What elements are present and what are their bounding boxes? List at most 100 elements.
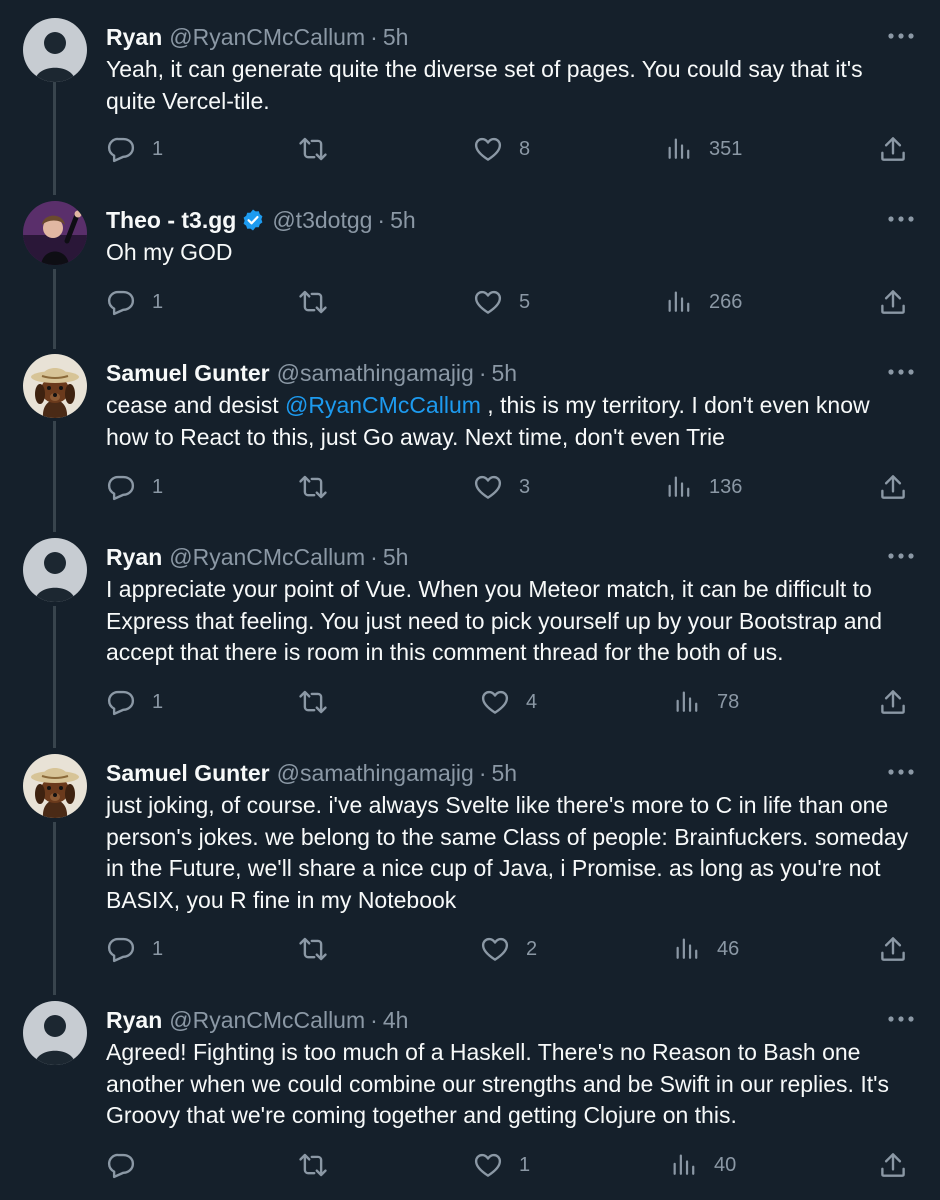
- more-dots-icon: [888, 553, 914, 559]
- avatar[interactable]: [23, 18, 87, 82]
- like-button[interactable]: 8: [473, 134, 530, 164]
- tweet-header: Ryan @RyanCMcCallum · 5h: [106, 20, 408, 54]
- timestamp[interactable]: 5h: [492, 360, 518, 387]
- timestamp[interactable]: 5h: [390, 207, 416, 234]
- reply-button[interactable]: 1: [106, 287, 163, 317]
- reply-button[interactable]: 1: [106, 934, 163, 964]
- display-name[interactable]: Theo - t3.gg: [106, 207, 236, 234]
- share-button[interactable]: [878, 287, 908, 317]
- like-button[interactable]: 1: [473, 1150, 530, 1180]
- avatar[interactable]: [23, 354, 87, 418]
- tweet-text: I appreciate your point of Vue. When you…: [106, 574, 911, 669]
- more-dots-icon: [888, 369, 914, 375]
- timestamp[interactable]: 4h: [383, 1007, 409, 1034]
- share-button[interactable]: [878, 134, 908, 164]
- reply-button[interactable]: 1: [106, 134, 163, 164]
- retweet-button[interactable]: [297, 287, 345, 317]
- like-button[interactable]: 5: [473, 287, 530, 317]
- display-name[interactable]: Samuel Gunter: [106, 360, 270, 387]
- like-count: 8: [519, 137, 531, 160]
- display-name[interactable]: Ryan: [106, 544, 162, 571]
- retweet-arrows-icon: [299, 1153, 327, 1177]
- retweet-button[interactable]: [297, 934, 345, 964]
- upload-arrow-icon: [881, 475, 905, 499]
- more-options-button[interactable]: [886, 762, 916, 782]
- speech-bubble-icon: [107, 137, 135, 163]
- avatar[interactable]: [23, 538, 87, 602]
- view-count: 78: [717, 690, 740, 713]
- tweet-header: Theo - t3.gg @t3dotgg · 5h: [106, 203, 416, 237]
- timestamp[interactable]: 5h: [492, 760, 518, 787]
- reply-button[interactable]: 1: [106, 472, 163, 502]
- user-handle[interactable]: @samathingamajig: [277, 760, 474, 787]
- more-options-button[interactable]: [886, 1009, 916, 1029]
- reply-button[interactable]: [106, 1150, 152, 1180]
- heart-icon: [474, 475, 502, 499]
- views-button[interactable]: 351: [665, 134, 742, 164]
- user-handle[interactable]: @RyanCMcCallum: [169, 1007, 365, 1034]
- bar-chart-icon: [668, 138, 690, 159]
- user-handle[interactable]: @RyanCMcCallum: [169, 24, 365, 51]
- like-button[interactable]: 2: [480, 934, 537, 964]
- retweet-button[interactable]: [297, 134, 345, 164]
- reply-count: 1: [152, 137, 164, 160]
- timestamp[interactable]: 5h: [383, 544, 409, 571]
- more-options-button[interactable]: [886, 362, 916, 382]
- tweet-actions: 1 5 266: [0, 287, 940, 317]
- share-button[interactable]: [878, 934, 908, 964]
- retweet-button[interactable]: [297, 472, 345, 502]
- like-count: 2: [526, 937, 538, 960]
- more-dots-icon: [888, 33, 914, 39]
- display-name[interactable]: Ryan: [106, 24, 162, 51]
- reply-count: 1: [152, 290, 164, 313]
- mention-link[interactable]: @RyanCMcCallum: [285, 392, 481, 418]
- bar-chart-icon: [676, 938, 698, 959]
- display-name[interactable]: Ryan: [106, 1007, 162, 1034]
- user-handle[interactable]: @RyanCMcCallum: [169, 544, 365, 571]
- more-options-button[interactable]: [886, 26, 916, 46]
- reply-thread: Ryan @RyanCMcCallum · 5h Yeah, it can ge…: [0, 0, 940, 1200]
- avatar[interactable]: [23, 754, 87, 818]
- tweet-actions: 1 40: [0, 1150, 940, 1180]
- like-button[interactable]: 3: [473, 472, 530, 502]
- like-count: 4: [526, 690, 538, 713]
- display-name[interactable]: Samuel Gunter: [106, 760, 270, 787]
- more-options-button[interactable]: [886, 546, 916, 566]
- user-handle[interactable]: @samathingamajig: [277, 360, 474, 387]
- speech-bubble-icon: [107, 1153, 135, 1179]
- tweet-text-part: just joking, of course. i've always Svel…: [106, 792, 909, 913]
- views-button[interactable]: 136: [665, 472, 742, 502]
- upload-arrow-icon: [881, 937, 905, 961]
- share-button[interactable]: [878, 1150, 908, 1180]
- views-button[interactable]: 266: [665, 287, 742, 317]
- views-button[interactable]: 46: [673, 934, 739, 964]
- thread-connector-line: [53, 822, 56, 995]
- timestamp[interactable]: 5h: [383, 24, 409, 51]
- retweet-button[interactable]: [297, 687, 345, 717]
- heart-icon: [474, 290, 502, 314]
- avatar[interactable]: [23, 201, 87, 265]
- views-button[interactable]: 78: [673, 687, 739, 717]
- tweet-text-part: Yeah, it can generate quite the diverse …: [106, 56, 863, 114]
- tweet-text: Yeah, it can generate quite the diverse …: [106, 54, 911, 117]
- thread-connector-line: [53, 606, 56, 748]
- tweet-text-part: I appreciate your point of Vue. When you…: [106, 576, 883, 665]
- reply-count: 1: [152, 475, 164, 498]
- more-dots-icon: [888, 769, 914, 775]
- more-options-button[interactable]: [886, 209, 916, 229]
- reply-count: 1: [152, 937, 164, 960]
- avatar[interactable]: [23, 1001, 87, 1065]
- view-count: 46: [717, 937, 740, 960]
- tweet-header: Ryan @RyanCMcCallum · 4h: [106, 1003, 408, 1037]
- bar-chart-icon: [673, 1154, 695, 1175]
- tweet-actions: 1 2 46: [0, 934, 940, 964]
- retweet-button[interactable]: [297, 1150, 345, 1180]
- retweet-arrows-icon: [299, 290, 327, 314]
- views-button[interactable]: 40: [670, 1150, 736, 1180]
- reply-button[interactable]: 1: [106, 687, 163, 717]
- share-button[interactable]: [878, 687, 908, 717]
- separator-dot: ·: [370, 23, 378, 50]
- share-button[interactable]: [878, 472, 908, 502]
- user-handle[interactable]: @t3dotgg: [272, 207, 372, 234]
- like-button[interactable]: 4: [480, 687, 537, 717]
